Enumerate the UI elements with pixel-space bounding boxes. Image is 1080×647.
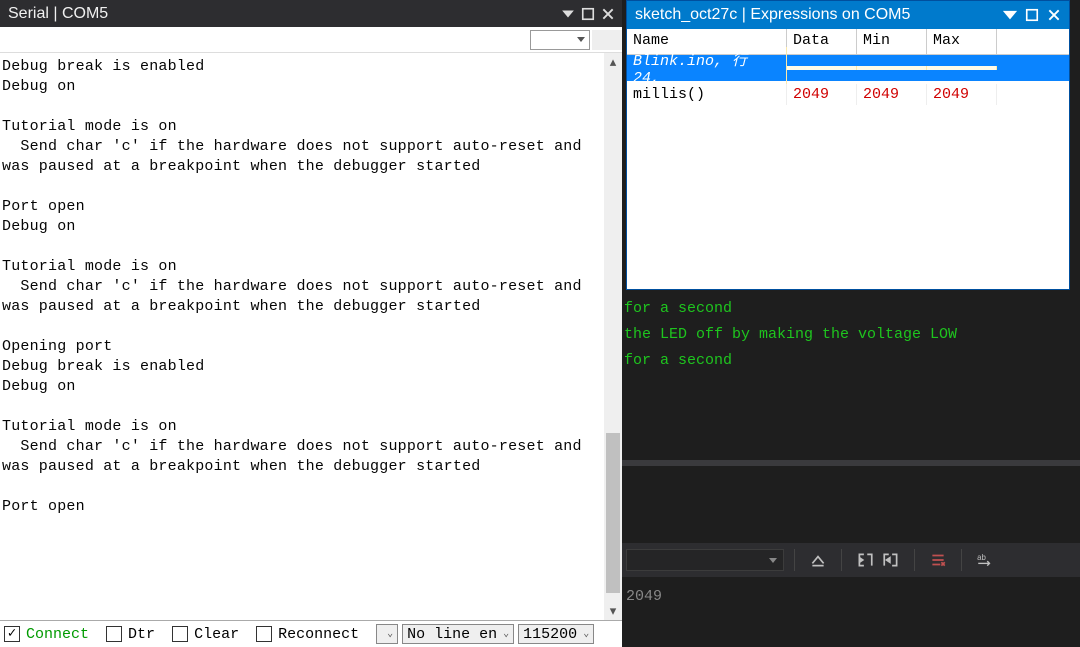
maximize-icon[interactable] (1021, 4, 1043, 26)
toolbar-separator (914, 549, 915, 571)
serial-output-area: Debug break is enabled Debug on Tutorial… (0, 53, 622, 620)
connect-label[interactable]: Connect (26, 626, 89, 643)
cell-min: 2049 (857, 84, 927, 105)
cell-data (787, 66, 857, 70)
expressions-titlebar[interactable]: sketch_oct27c | Expressions on COM5 (627, 1, 1069, 29)
options-dropdown[interactable]: ⌄ (376, 624, 398, 644)
maximize-icon[interactable] (578, 4, 598, 24)
outdent-icon[interactable] (852, 549, 878, 571)
serial-titlebar[interactable]: Serial | COM5 (0, 0, 622, 27)
table-row[interactable]: Blink.ino, 行 24, (627, 55, 1069, 81)
close-icon[interactable] (1043, 4, 1065, 26)
clear-label[interactable]: Clear (194, 626, 239, 643)
close-icon[interactable] (598, 4, 618, 24)
cell-min (857, 66, 927, 70)
step-icon[interactable] (805, 549, 831, 571)
expressions-table: Name Data Min Max Blink.ino, 行 24, milli… (627, 29, 1069, 289)
serial-scrollbar[interactable]: ▴ ▾ (604, 53, 622, 620)
comment-icon[interactable] (925, 549, 951, 571)
col-header-max[interactable]: Max (927, 29, 997, 54)
scroll-down-icon[interactable]: ▾ (604, 602, 622, 620)
clear-checkbox[interactable] (172, 626, 188, 642)
cell-name: millis() (627, 84, 787, 105)
editor-toolbar: ab (622, 543, 1080, 577)
connect-checkbox[interactable] (4, 626, 20, 642)
status-value: 2049 (622, 588, 662, 605)
cell-max: 2049 (927, 84, 997, 105)
serial-monitor-panel: Serial | COM5 Debug break is enabled Deb… (0, 0, 622, 647)
scroll-up-icon[interactable]: ▴ (604, 53, 622, 71)
serial-title: Serial | COM5 (4, 5, 558, 23)
svg-text:ab: ab (977, 553, 986, 562)
baud-value: 115200 (523, 626, 577, 643)
panel-separator[interactable] (622, 460, 1080, 466)
scroll-thumb[interactable] (606, 433, 620, 593)
toolbar-separator (961, 549, 962, 571)
col-header-data[interactable]: Data (787, 29, 857, 54)
dtr-checkbox[interactable] (106, 626, 122, 642)
toolbar-separator (841, 549, 842, 571)
baud-select[interactable]: 115200⌄ (518, 624, 594, 644)
dtr-label[interactable]: Dtr (128, 626, 155, 643)
reconnect-checkbox[interactable] (256, 626, 272, 642)
table-row[interactable]: millis() 2049 2049 2049 (627, 81, 1069, 107)
serial-input-dropdown[interactable] (530, 30, 590, 50)
indent-icon[interactable] (878, 549, 904, 571)
serial-send-button[interactable] (592, 30, 622, 50)
dropdown-icon[interactable] (558, 4, 578, 24)
expressions-panel: sketch_oct27c | Expressions on COM5 Name… (626, 0, 1070, 290)
line-ending-value: No line en (407, 626, 497, 643)
line-ending-select[interactable]: No line en⌄ (402, 624, 514, 644)
serial-output-text[interactable]: Debug break is enabled Debug on Tutorial… (0, 53, 604, 620)
rename-icon[interactable]: ab (972, 549, 998, 571)
cell-max (927, 66, 997, 70)
expressions-title: sketch_oct27c | Expressions on COM5 (631, 6, 999, 24)
reconnect-label[interactable]: Reconnect (278, 626, 359, 643)
col-header-min[interactable]: Min (857, 29, 927, 54)
cell-data: 2049 (787, 84, 857, 105)
scope-dropdown[interactable] (626, 549, 784, 571)
toolbar-separator (794, 549, 795, 571)
serial-input-row (0, 27, 622, 53)
dropdown-icon[interactable] (999, 4, 1021, 26)
serial-footer: Connect Dtr Clear Reconnect ⌄ No line en… (0, 620, 622, 647)
code-comment-text: for a second the LED off by making the v… (622, 296, 1080, 374)
